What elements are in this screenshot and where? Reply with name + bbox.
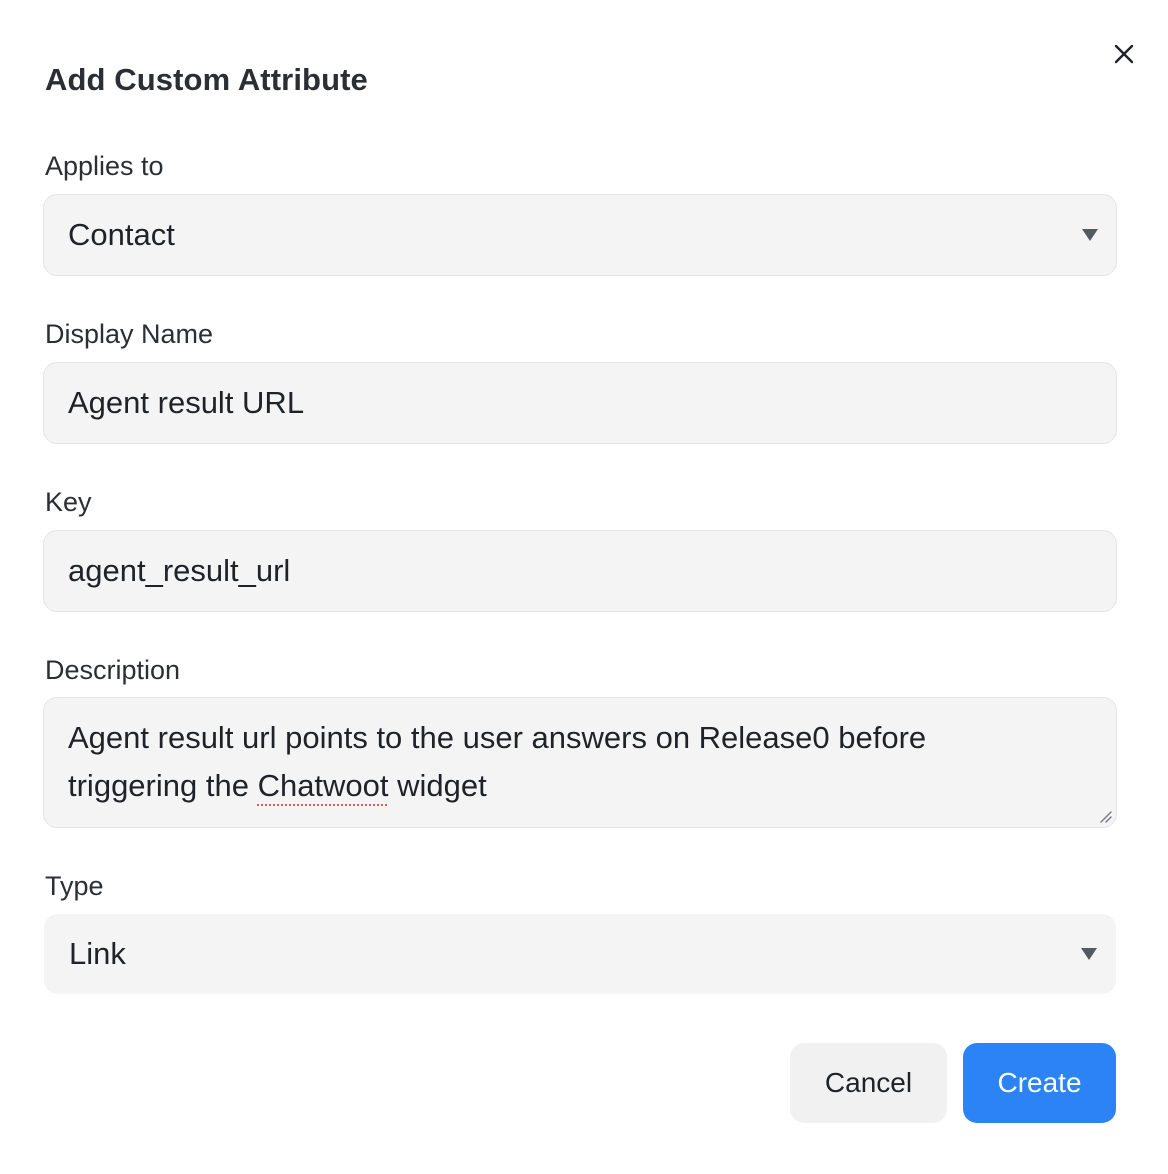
close-button[interactable] [1110, 40, 1138, 68]
type-label: Type [45, 871, 104, 901]
cancel-button[interactable]: Cancel [790, 1043, 947, 1123]
key-input[interactable]: agent_result_url [43, 530, 1117, 612]
misspelled-word: Chatwoot [257, 768, 389, 803]
create-button[interactable]: Create [963, 1043, 1116, 1123]
applies-to-label: Applies to [45, 151, 164, 181]
type-value: Link [69, 936, 126, 971]
description-line-1: Agent result url points to the user answ… [68, 720, 927, 755]
description-line-2-start: triggering the [68, 768, 258, 803]
display-name-value: Agent result URL [68, 385, 305, 420]
resize-handle-icon[interactable] [1098, 809, 1112, 823]
add-custom-attribute-modal: Add Custom Attribute Applies to Contact … [0, 0, 1168, 1174]
caret-down-icon [1081, 948, 1097, 960]
applies-to-value: Contact [68, 217, 175, 252]
description-label: Description [45, 655, 181, 685]
display-name-input[interactable]: Agent result URL [43, 362, 1117, 444]
description-line-2: triggering the Chatwoot widget [68, 762, 1092, 810]
close-icon [1114, 44, 1134, 64]
caret-down-icon [1082, 229, 1098, 241]
description-line-2-end: widget [388, 768, 487, 803]
description-textarea[interactable]: Agent result url points to the user answ… [43, 697, 1117, 828]
modal-title: Add Custom Attribute [45, 62, 368, 97]
applies-to-select[interactable]: Contact [43, 194, 1117, 276]
display-name-label: Display Name [45, 319, 214, 349]
key-value: agent_result_url [68, 553, 291, 588]
type-select[interactable]: Link [44, 914, 1116, 994]
key-label: Key [45, 487, 92, 517]
